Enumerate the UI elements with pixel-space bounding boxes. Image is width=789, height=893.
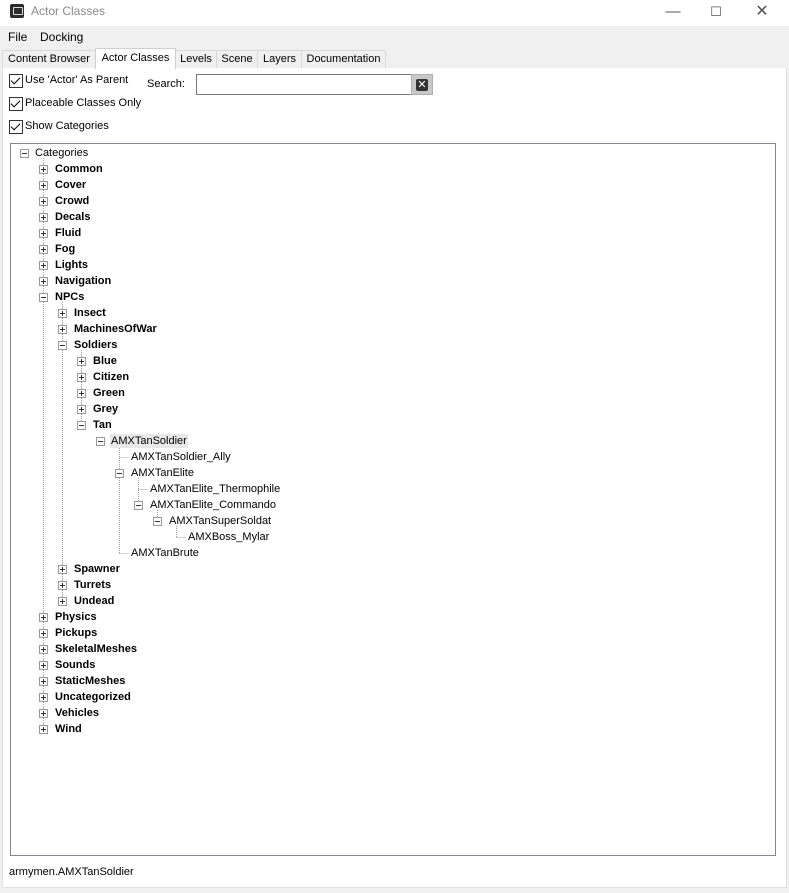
tree-node-class[interactable]: AMXTanSuperSoldat bbox=[168, 514, 272, 528]
tree-node-class[interactable]: AMXTanElite bbox=[130, 466, 195, 480]
window-title: Actor Classes bbox=[31, 4, 106, 18]
tab-layers[interactable]: Layers bbox=[257, 50, 302, 68]
tab-actor-classes[interactable]: Actor Classes bbox=[95, 48, 176, 69]
expand-toggle[interactable] bbox=[58, 597, 67, 606]
tree-node-category[interactable]: Spawner bbox=[73, 562, 121, 576]
placeable-only-checkbox[interactable] bbox=[9, 97, 23, 111]
expand-toggle[interactable] bbox=[58, 325, 67, 334]
show-categories-label: Show Categories bbox=[25, 120, 109, 132]
expand-toggle[interactable] bbox=[39, 245, 48, 254]
tree-node-category[interactable]: Citizen bbox=[92, 370, 130, 384]
tree-node-tan[interactable]: Tan bbox=[92, 418, 113, 432]
search-input[interactable] bbox=[196, 74, 414, 95]
tree-node-amxtansoldier-selected[interactable]: AMXTanSoldier bbox=[110, 434, 188, 448]
title-bar: Actor Classes — ☐ ✕ bbox=[0, 0, 789, 26]
tree-connector-lines bbox=[43, 158, 186, 729]
app-icon bbox=[10, 4, 24, 18]
maximize-button[interactable]: ☐ bbox=[693, 0, 739, 26]
tree-node-category[interactable]: Pickups bbox=[54, 626, 98, 640]
tree-node-category[interactable]: Fog bbox=[54, 242, 76, 256]
expand-toggle[interactable] bbox=[58, 309, 67, 318]
expand-toggle[interactable] bbox=[39, 181, 48, 190]
expand-toggle[interactable] bbox=[77, 373, 86, 382]
tree-node-class[interactable]: AMXTanElite_Thermophile bbox=[149, 482, 281, 496]
expand-toggle[interactable] bbox=[39, 613, 48, 622]
tree-node-category[interactable]: Green bbox=[92, 386, 126, 400]
expand-toggle[interactable] bbox=[39, 661, 48, 670]
tree-node-category[interactable]: StaticMeshes bbox=[54, 674, 126, 688]
expand-toggle[interactable] bbox=[39, 165, 48, 174]
tree-node-category[interactable]: Sounds bbox=[54, 658, 96, 672]
expand-toggle[interactable] bbox=[39, 693, 48, 702]
tree-node-soldiers[interactable]: Soldiers bbox=[73, 338, 118, 352]
tree-node-category[interactable]: Wind bbox=[54, 722, 83, 736]
tree-node-class[interactable]: AMXTanBrute bbox=[130, 546, 200, 560]
expand-toggle[interactable] bbox=[77, 389, 86, 398]
tree-node-category[interactable]: Physics bbox=[54, 610, 98, 624]
minimize-button[interactable]: — bbox=[650, 0, 696, 26]
tree-node-class[interactable]: AMXTanSoldier_Ally bbox=[130, 450, 232, 464]
tree-node-category[interactable]: Navigation bbox=[54, 274, 112, 288]
expand-toggle[interactable] bbox=[39, 197, 48, 206]
collapse-toggle-amxtaneliteccommando[interactable] bbox=[134, 501, 143, 510]
use-actor-parent-checkbox[interactable] bbox=[9, 74, 23, 88]
tree-node-category[interactable]: Undead bbox=[73, 594, 115, 608]
tab-content-browser[interactable]: Content Browser bbox=[2, 50, 96, 68]
tree-node-category[interactable]: MachinesOfWar bbox=[73, 322, 158, 336]
collapse-toggle-amxtanelite[interactable] bbox=[115, 469, 124, 478]
expand-toggle[interactable] bbox=[39, 677, 48, 686]
close-icon: ✕ bbox=[416, 79, 428, 91]
collapse-toggle-amxtansupersoldat[interactable] bbox=[153, 517, 162, 526]
expand-toggle[interactable] bbox=[58, 581, 67, 590]
expand-toggle[interactable] bbox=[39, 629, 48, 638]
tree-node-category[interactable]: Uncategorized bbox=[54, 690, 132, 704]
tree-node-categories[interactable]: Categories bbox=[34, 146, 89, 160]
collapse-toggle-tan[interactable] bbox=[77, 421, 86, 430]
expand-toggle[interactable] bbox=[39, 277, 48, 286]
tree-node-category[interactable]: Cover bbox=[54, 178, 87, 192]
menu-docking[interactable]: Docking bbox=[40, 30, 83, 44]
tree-node-category[interactable]: Lights bbox=[54, 258, 89, 272]
expand-toggle[interactable] bbox=[58, 565, 67, 574]
class-tree[interactable]: Categories Common Cover Crowd Decals Flu… bbox=[10, 143, 776, 856]
expand-toggle[interactable] bbox=[39, 645, 48, 654]
tree-node-class[interactable]: AMXTanElite_Commando bbox=[149, 498, 277, 512]
expand-toggle[interactable] bbox=[77, 357, 86, 366]
tab-levels[interactable]: Levels bbox=[175, 50, 217, 68]
tree-node-category[interactable]: Insect bbox=[73, 306, 107, 320]
tree-node-category[interactable]: Decals bbox=[54, 210, 91, 224]
tab-bar: Content Browser Actor Classes Levels Sce… bbox=[2, 48, 787, 69]
clear-search-button[interactable]: ✕ bbox=[411, 74, 433, 95]
menu-bar: File Docking bbox=[0, 28, 789, 46]
collapse-toggle-amxtansoldier[interactable] bbox=[96, 437, 105, 446]
use-actor-parent-label: Use 'Actor' As Parent bbox=[25, 74, 129, 86]
expand-toggle[interactable] bbox=[39, 213, 48, 222]
tree-node-class[interactable]: AMXBoss_Mylar bbox=[187, 530, 270, 544]
tree-node-category[interactable]: SkeletalMeshes bbox=[54, 642, 138, 656]
status-text: armymen.AMXTanSoldier bbox=[9, 866, 134, 878]
expand-toggle[interactable] bbox=[39, 709, 48, 718]
expand-toggle[interactable] bbox=[39, 725, 48, 734]
menu-file[interactable]: File bbox=[8, 30, 27, 44]
tree-node-category[interactable]: Turrets bbox=[73, 578, 112, 592]
collapse-toggle-soldiers[interactable] bbox=[58, 341, 67, 350]
expand-toggle[interactable] bbox=[39, 229, 48, 238]
tree-node-category[interactable]: Vehicles bbox=[54, 706, 100, 720]
tree-node-category[interactable]: Crowd bbox=[54, 194, 90, 208]
tab-scene[interactable]: Scene bbox=[216, 50, 258, 68]
collapse-toggle-categories[interactable] bbox=[20, 149, 29, 158]
tree-node-category[interactable]: Grey bbox=[92, 402, 119, 416]
placeable-only-label: Placeable Classes Only bbox=[25, 97, 142, 109]
search-label: Search: bbox=[147, 78, 185, 90]
expand-toggle[interactable] bbox=[39, 261, 48, 270]
collapse-toggle-npcs[interactable] bbox=[39, 293, 48, 302]
tree-node-category[interactable]: Fluid bbox=[54, 226, 82, 240]
expand-toggle[interactable] bbox=[77, 405, 86, 414]
show-categories-checkbox[interactable] bbox=[9, 120, 23, 134]
close-button[interactable]: ✕ bbox=[739, 0, 785, 26]
tab-documentation[interactable]: Documentation bbox=[301, 50, 386, 68]
tree-node-category[interactable]: Blue bbox=[92, 354, 118, 368]
tree-node-category[interactable]: Common bbox=[54, 162, 104, 176]
tree-node-npcs[interactable]: NPCs bbox=[54, 290, 85, 304]
